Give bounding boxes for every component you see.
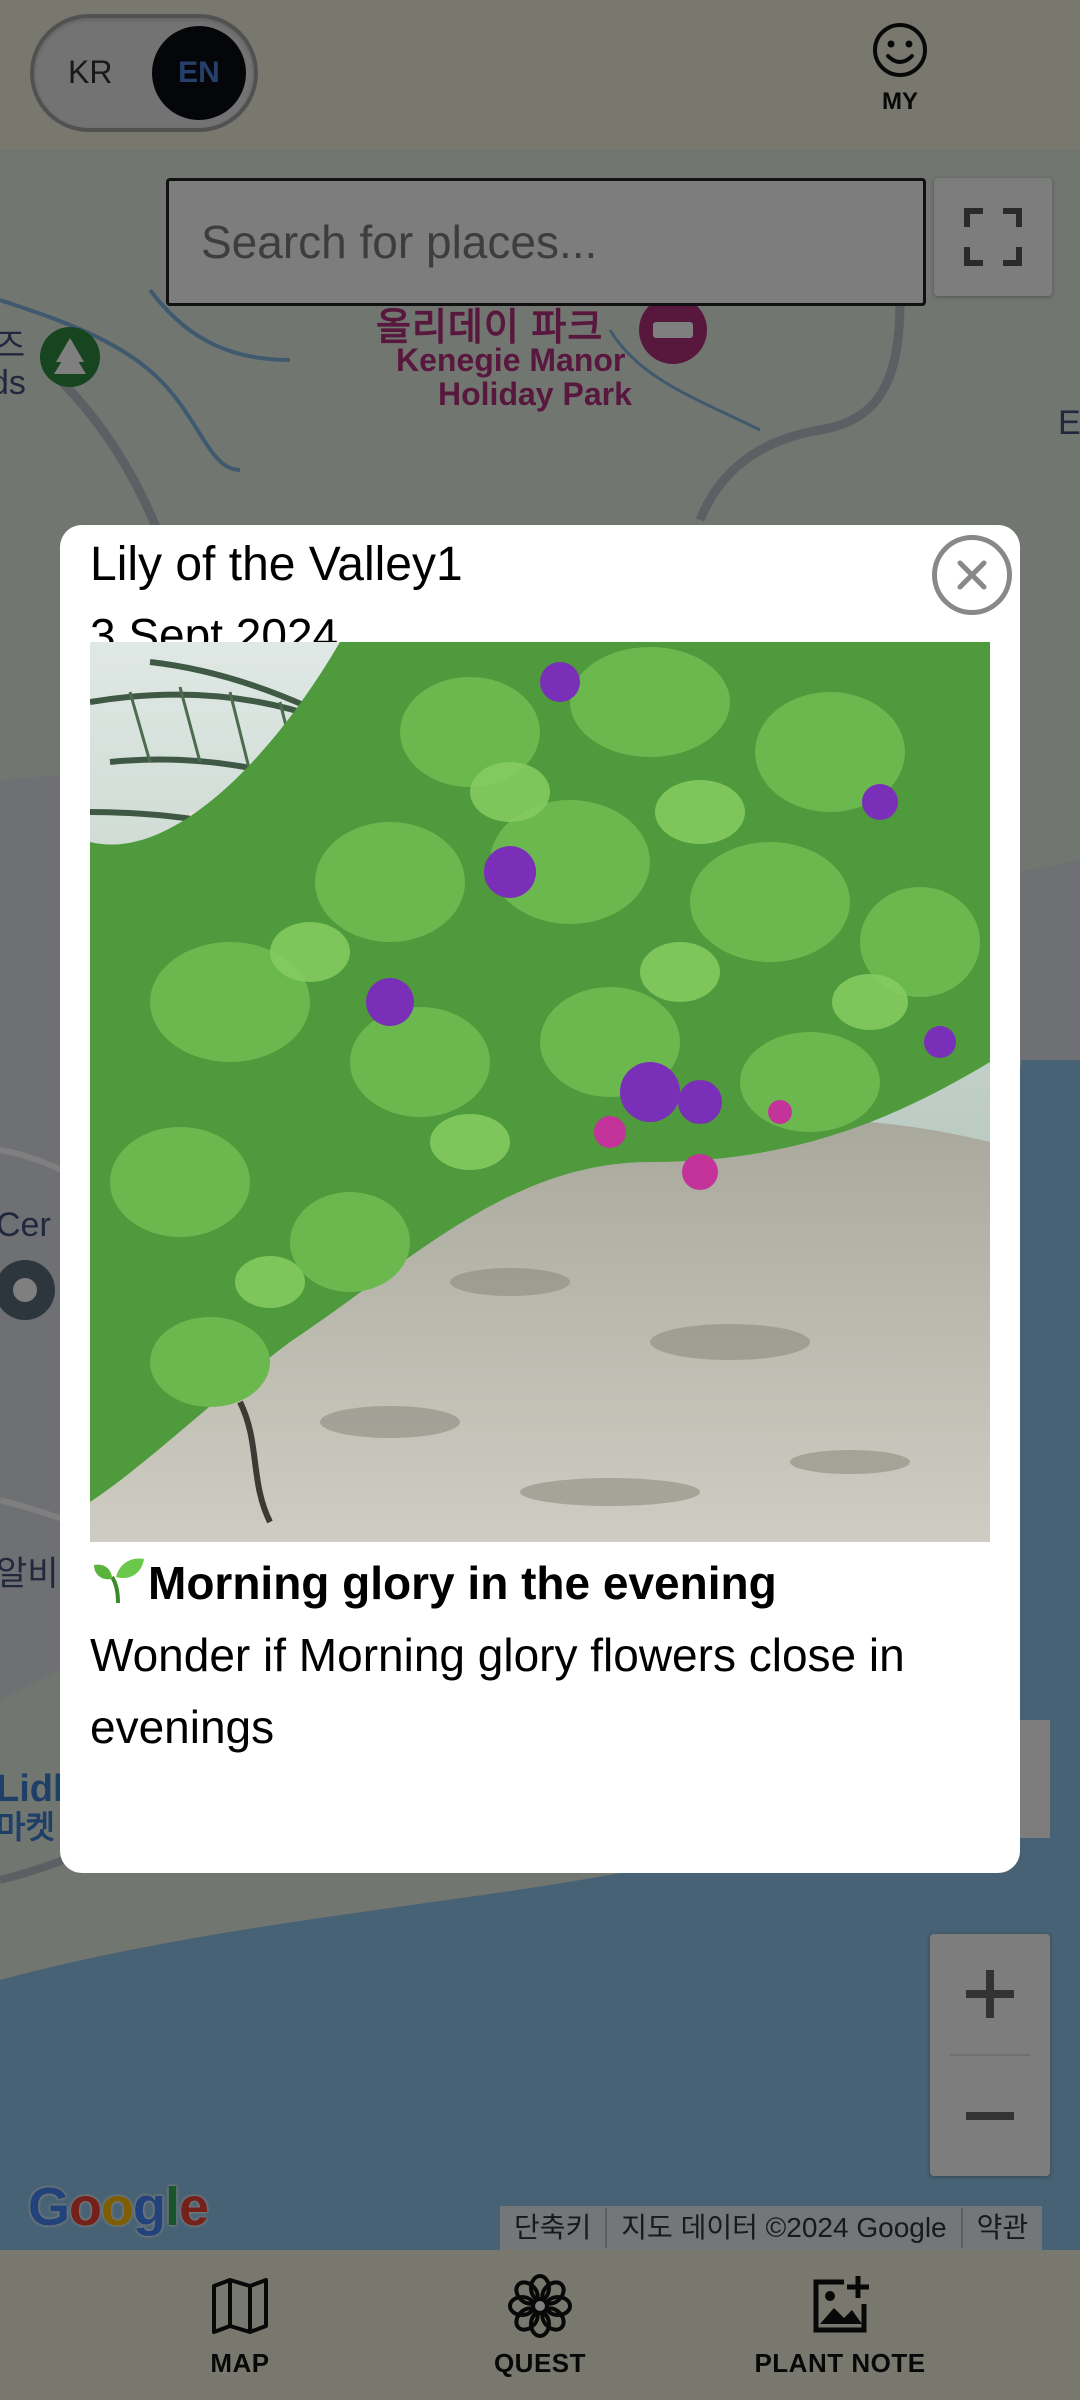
- morning-glory-photo: [90, 642, 990, 1542]
- note-body: Wonder if Morning glory flowers close in…: [90, 1629, 905, 1753]
- note-heading: Morning glory in the evening: [90, 1547, 990, 1619]
- close-icon: [957, 560, 987, 590]
- close-button[interactable]: [932, 535, 1012, 615]
- plant-note-modal: Lily of the Valley1 3 Sept 2024 Morning …: [60, 525, 1020, 1873]
- note-heading-text: Morning glory in the evening: [148, 1557, 777, 1609]
- note-title: Lily of the Valley1: [90, 538, 463, 591]
- photo-illustration: [90, 642, 990, 1542]
- sprout-icon: [94, 1558, 144, 1604]
